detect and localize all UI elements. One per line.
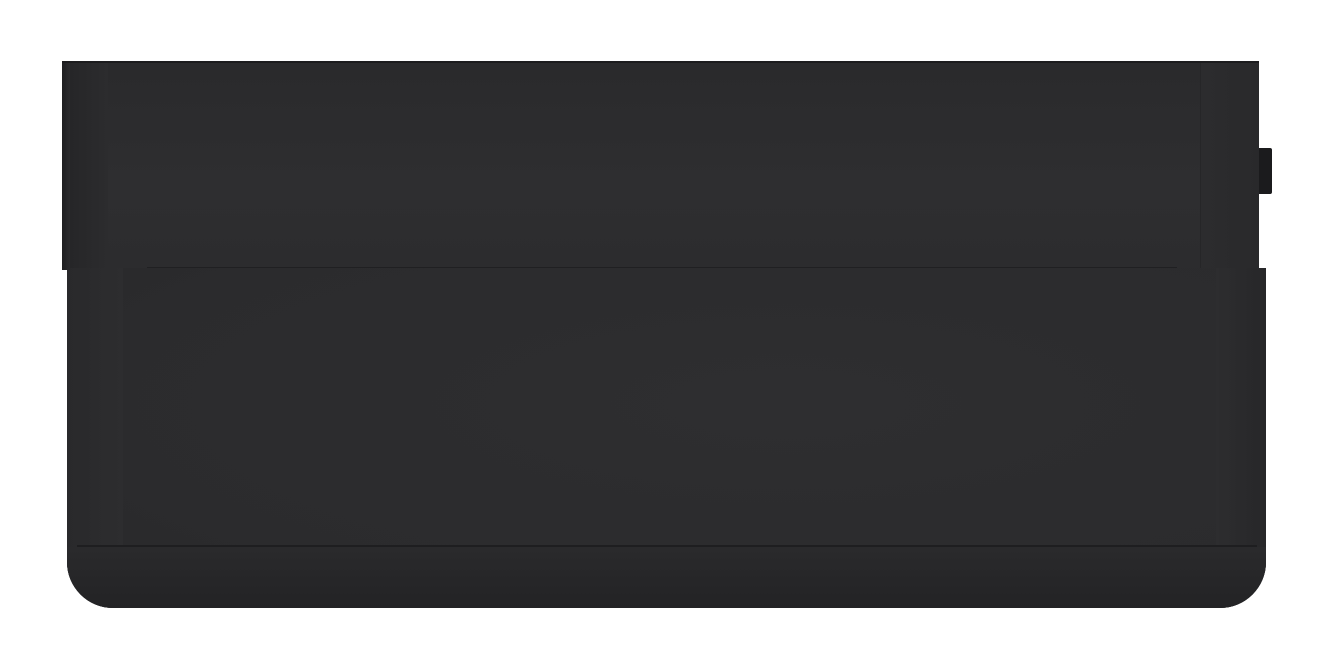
- top-panel-inner-bezel: [70, 63, 108, 270]
- device-render: [0, 0, 1334, 670]
- device-body: [67, 268, 1266, 608]
- side-button: [1259, 148, 1272, 194]
- device-top-panel: [62, 61, 1259, 270]
- top-panel-left-edge: [62, 63, 70, 270]
- body-bottom-lip: [67, 547, 1266, 608]
- top-panel-right-bezel: [1200, 63, 1259, 270]
